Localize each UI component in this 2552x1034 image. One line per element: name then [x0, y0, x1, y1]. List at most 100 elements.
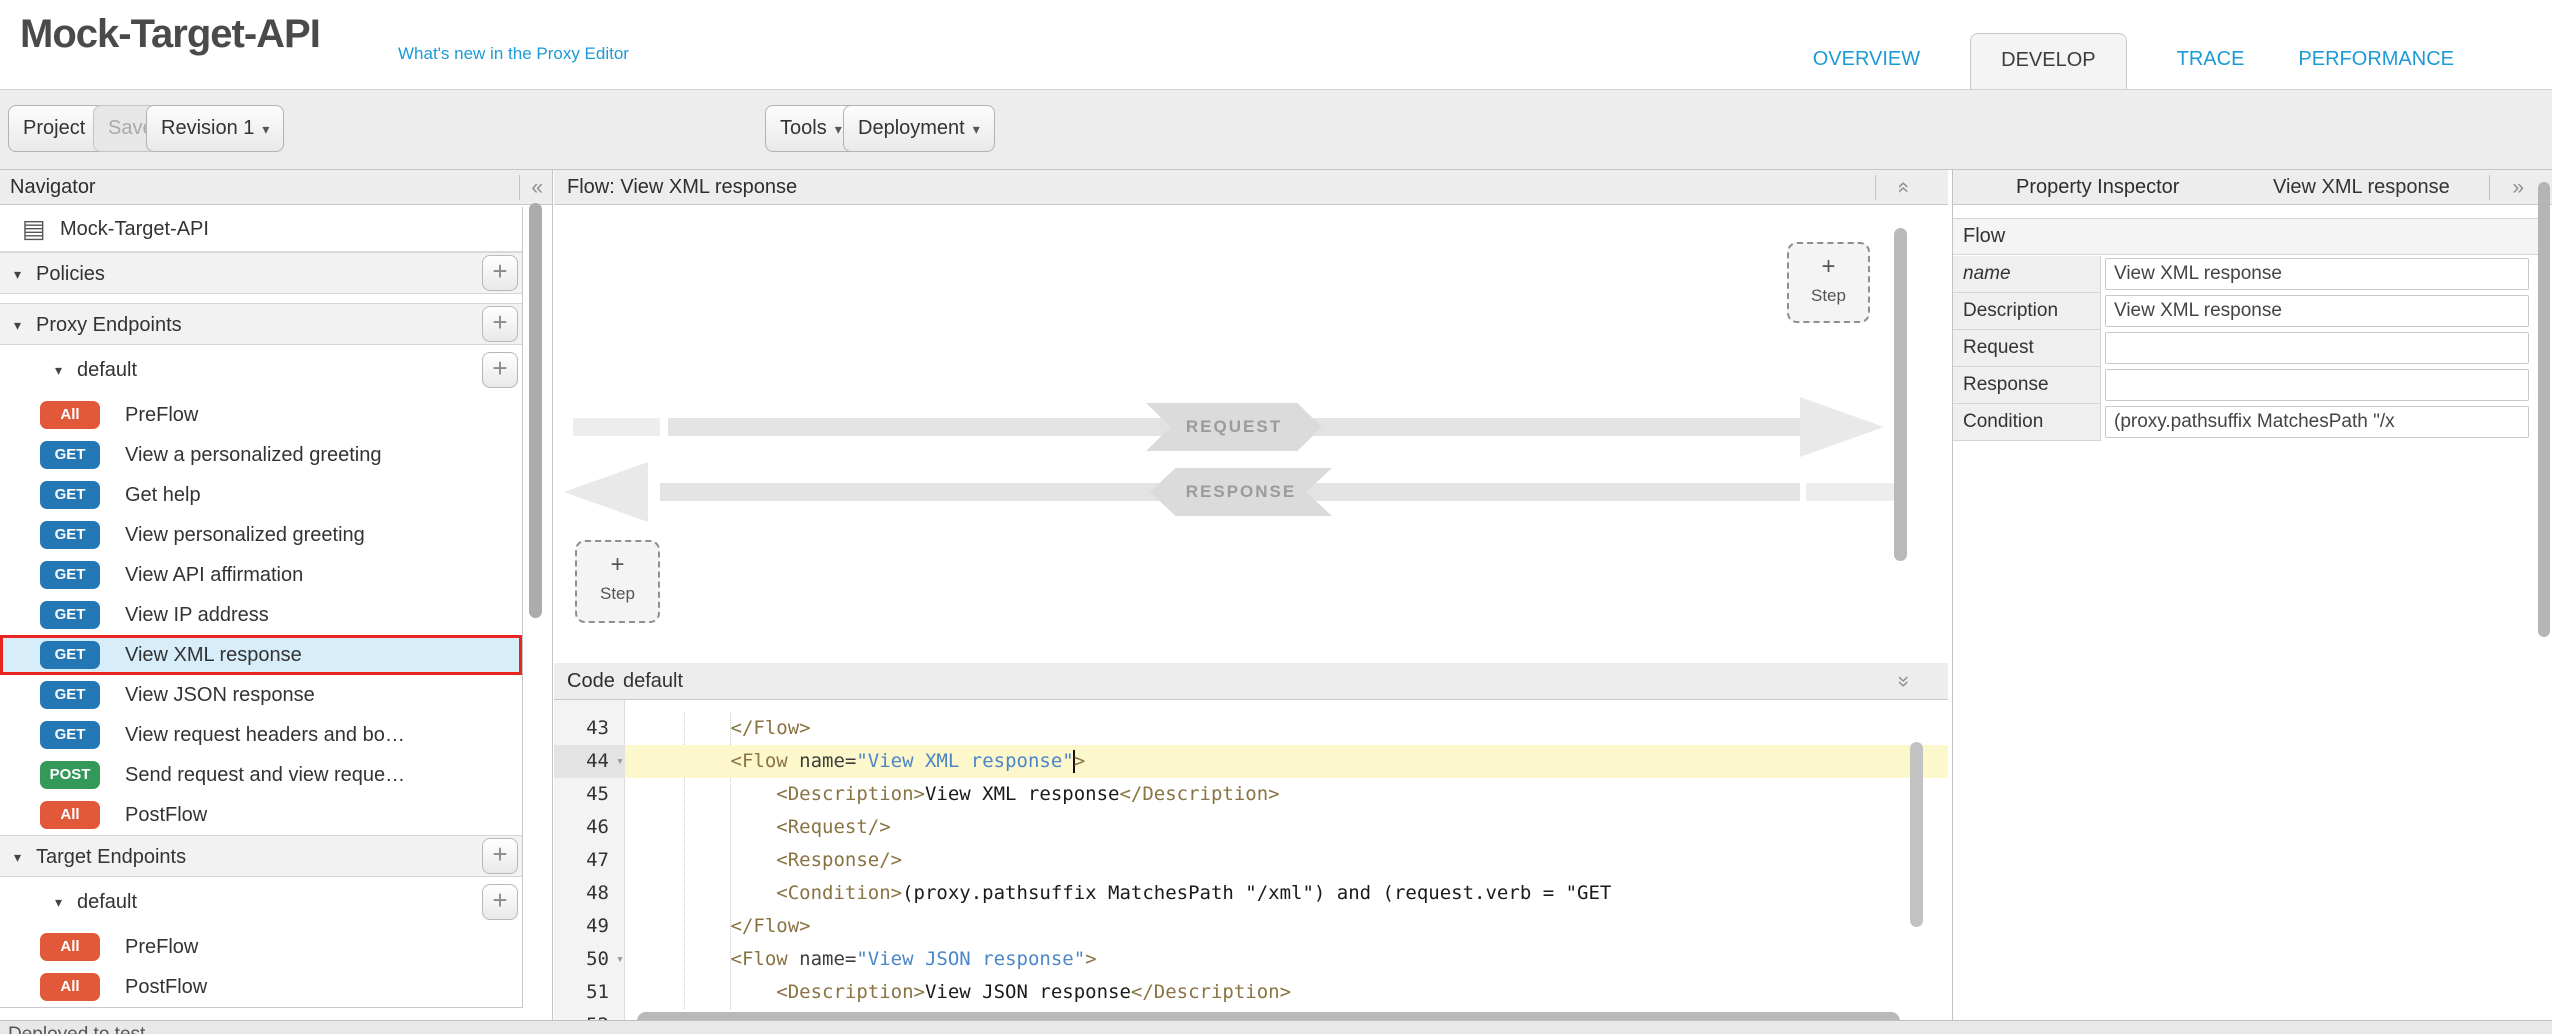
collapse-triangle-icon[interactable]: ▾: [55, 877, 62, 927]
chevron-down-icon: ▾: [262, 121, 269, 137]
nav-root-row[interactable]: ▤ Mock-Target-API: [0, 207, 522, 252]
code-line[interactable]: 51 <Description>View JSON response</Desc…: [554, 976, 1948, 1009]
flow-scrollbar-thumb[interactable]: [1894, 228, 1907, 561]
nav-flow-item[interactable]: AllPostFlow: [0, 795, 522, 835]
revision-dropdown-button[interactable]: Revision 1▾: [146, 105, 284, 152]
tab-trace[interactable]: TRACE: [2173, 48, 2249, 89]
property-row: Description: [1953, 293, 2541, 330]
nav-flow-item[interactable]: AllPostFlow: [0, 967, 522, 1007]
navigator-scrollbar-thumb[interactable]: [529, 203, 542, 618]
add-button[interactable]: +: [482, 255, 518, 291]
code-lines: 43 </Flow>44▾ <Flow name="View XML respo…: [554, 712, 1948, 1020]
nav-item-label: View XML response: [125, 635, 302, 675]
proxy-editor-screen: Mock-Target-API What's new in the Proxy …: [0, 0, 2552, 1034]
add-button[interactable]: +: [482, 838, 518, 874]
nav-flow-item[interactable]: AllPreFlow: [0, 927, 522, 967]
method-badge: All: [40, 801, 100, 829]
nav-item-label: View personalized greeting: [125, 515, 365, 555]
tab-develop[interactable]: DEVELOP: [1970, 33, 2126, 90]
code-panel: Code default » 43 </Flow>44▾ <Flow name=…: [554, 663, 1948, 1020]
add-step-button-response[interactable]: + Step: [575, 540, 660, 623]
code-line[interactable]: 43 </Flow>: [554, 712, 1948, 745]
code-horizontal-scrollbar-thumb[interactable]: [637, 1012, 1900, 1020]
nav-flow-item[interactable]: GET View personalized greeting: [0, 515, 522, 555]
nav-item-label: Mock-Target-API: [60, 207, 209, 252]
navigator-list: ▤ Mock-Target-API▾Policies+ ▾Proxy Endpoin…: [0, 207, 523, 1008]
property-value-input[interactable]: [2105, 369, 2529, 401]
property-value-input[interactable]: [2105, 332, 2529, 364]
line-number: 52: [554, 1009, 625, 1020]
code-line[interactable]: 45 <Description>View XML response</Descr…: [554, 778, 1948, 811]
collapse-triangle-icon[interactable]: ▾: [14, 836, 21, 877]
nav-sub-row[interactable]: ▾default+: [0, 345, 522, 395]
whats-new-link[interactable]: What's new in the Proxy Editor: [398, 44, 629, 64]
nav-flow-item[interactable]: GETView API affirmation: [0, 555, 522, 595]
add-button[interactable]: +: [482, 884, 518, 920]
property-row: name: [1953, 256, 2541, 293]
nav-flow-item[interactable]: GETView a personalized greeting: [0, 435, 522, 475]
nav-flow-item[interactable]: GETView IP address: [0, 595, 522, 635]
code-line[interactable]: 50▾ <Flow name="View JSON response">: [554, 943, 1948, 976]
document-icon: ▤: [22, 214, 46, 244]
code-line[interactable]: 49 </Flow>: [554, 910, 1948, 943]
flow-panel-header: Flow: View XML response «: [554, 170, 1948, 205]
code-vertical-scrollbar-thumb[interactable]: [1910, 742, 1923, 927]
property-label: Request: [1953, 330, 2101, 367]
divider: [1875, 175, 1876, 200]
code-editor[interactable]: 43 </Flow>44▾ <Flow name="View XML respo…: [554, 700, 1948, 1020]
request-arrowhead-icon: [1800, 397, 1884, 457]
property-value-input[interactable]: [2105, 258, 2529, 290]
nav-sub-row[interactable]: ▾default+: [0, 877, 522, 927]
nav-flow-item[interactable]: GET View XML response: [0, 635, 522, 675]
collapse-panel-icon[interactable]: «: [531, 170, 543, 205]
property-label: Response: [1953, 367, 2101, 404]
property-label: Description: [1953, 293, 2101, 330]
property-row: Condition: [1953, 404, 2541, 441]
collapse-code-panel-icon[interactable]: »: [1898, 663, 1910, 700]
nav-item-label: PreFlow: [125, 395, 198, 435]
page-title: Mock-Target-API: [20, 12, 320, 57]
nav-flow-item[interactable]: GETView request headers and bo…: [0, 715, 522, 755]
nav-group-row[interactable]: ▾ Target Endpoints +: [0, 835, 522, 877]
code-line[interactable]: 47 <Response/>: [554, 844, 1948, 877]
divider: [2489, 175, 2490, 200]
expand-panel-icon[interactable]: »: [2512, 170, 2524, 205]
code-line[interactable]: 46 <Request/>: [554, 811, 1948, 844]
code-panel-header: Code default »: [554, 663, 1948, 700]
deployment-dropdown-button[interactable]: Deployment▾: [843, 105, 995, 152]
method-badge: GET: [40, 521, 100, 549]
add-step-button-request[interactable]: + Step: [1787, 242, 1870, 323]
fold-arrow-icon[interactable]: ▾: [616, 943, 624, 976]
nav-flow-item[interactable]: AllPreFlow: [0, 395, 522, 435]
tab-overview[interactable]: OVERVIEW: [1809, 48, 1924, 89]
nav-section-label: Target Endpoints: [36, 836, 186, 877]
divider: [519, 175, 520, 200]
collapse-triangle-icon[interactable]: ▾: [14, 304, 21, 345]
property-value-input[interactable]: [2105, 406, 2529, 438]
response-label: RESPONSE: [1150, 468, 1332, 516]
code-line[interactable]: 48 <Condition>(proxy.pathsuffix MatchesP…: [554, 877, 1948, 910]
nav-gap-row: [0, 294, 522, 303]
collapse-triangle-icon[interactable]: ▾: [14, 253, 21, 294]
method-badge: GET: [40, 641, 100, 669]
nav-flow-item[interactable]: GETView JSON response: [0, 675, 522, 715]
add-button[interactable]: +: [482, 352, 518, 388]
deployment-status-text: Deployed to test: [8, 1024, 145, 1034]
nav-group-row[interactable]: ▾Proxy Endpoints+: [0, 303, 522, 345]
response-bar-stub: [1806, 483, 1894, 501]
nav-item-label: Send request and view reque…: [125, 755, 405, 795]
collapse-triangle-icon[interactable]: ▾: [55, 345, 62, 395]
nav-group-row[interactable]: ▾Policies+: [0, 252, 522, 294]
line-number: 43: [554, 712, 625, 745]
collapse-flow-panel-icon[interactable]: «: [1898, 170, 1910, 205]
nav-item-label: View a personalized greeting: [125, 435, 381, 475]
fold-arrow-icon[interactable]: ▾: [616, 745, 624, 778]
code-line[interactable]: 44▾ <Flow name="View XML response">: [554, 745, 1948, 778]
nav-flow-item[interactable]: POSTSend request and view reque…: [0, 755, 522, 795]
property-label: Condition: [1953, 404, 2101, 441]
tab-performance[interactable]: PERFORMANCE: [2294, 48, 2458, 89]
add-button[interactable]: +: [482, 306, 518, 342]
nav-flow-item[interactable]: GETGet help: [0, 475, 522, 515]
inspector-scrollbar-thumb[interactable]: [2538, 182, 2550, 637]
property-value-input[interactable]: [2105, 295, 2529, 327]
